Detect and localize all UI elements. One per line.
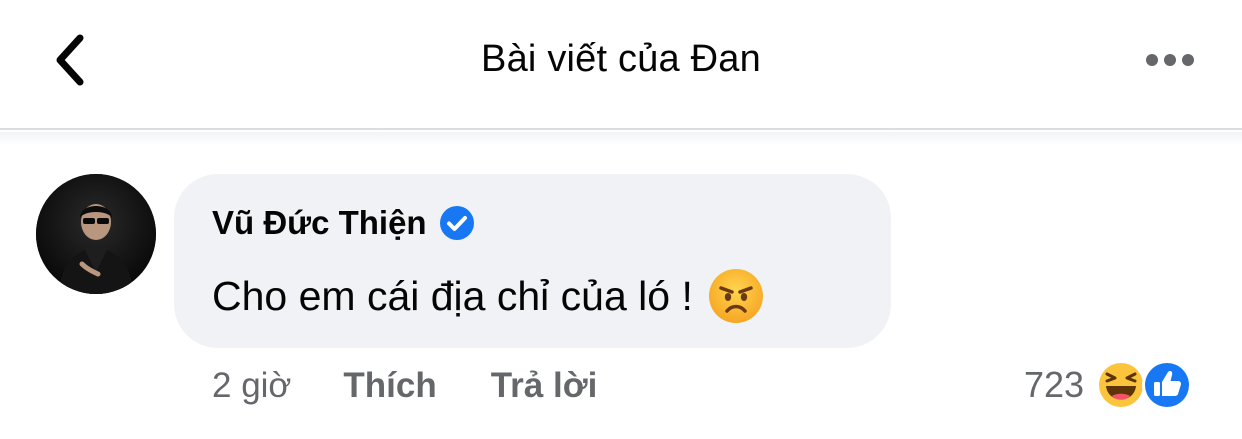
verified-badge-icon (439, 205, 475, 241)
comment-author-row: Vũ Đức Thiện (212, 200, 475, 246)
header-shadow (0, 132, 1242, 146)
page-title: Bài viết của Đan (481, 38, 761, 80)
like-button[interactable]: Thích (343, 366, 436, 406)
reply-button[interactable]: Trả lời (491, 366, 598, 406)
comment-timestamp[interactable]: 2 giờ (212, 366, 291, 406)
like-icon (1142, 360, 1193, 410)
haha-icon (1096, 360, 1147, 410)
comment-bubble: Vũ Đức Thiện Cho em cái địa chỉ của ló ! (174, 174, 891, 348)
comment-actions: 2 giờ Thích Trả lời (212, 366, 597, 406)
angry-face-emoji (707, 267, 765, 325)
reaction-summary[interactable]: 723 (1024, 358, 1193, 412)
author-name[interactable]: Vũ Đức Thiện (212, 204, 427, 242)
more-horizontal-icon (1146, 54, 1158, 66)
avatar-image (36, 174, 156, 294)
top-bar: Bài viết của Đan (0, 0, 1242, 130)
reaction-count: 723 (1024, 364, 1085, 405)
avatar[interactable] (36, 174, 156, 294)
comment-body: Cho em cái địa chỉ của ló ! (212, 266, 765, 326)
more-options-button[interactable] (1138, 40, 1202, 80)
comment-text: Cho em cái địa chỉ của ló ! (212, 272, 693, 319)
